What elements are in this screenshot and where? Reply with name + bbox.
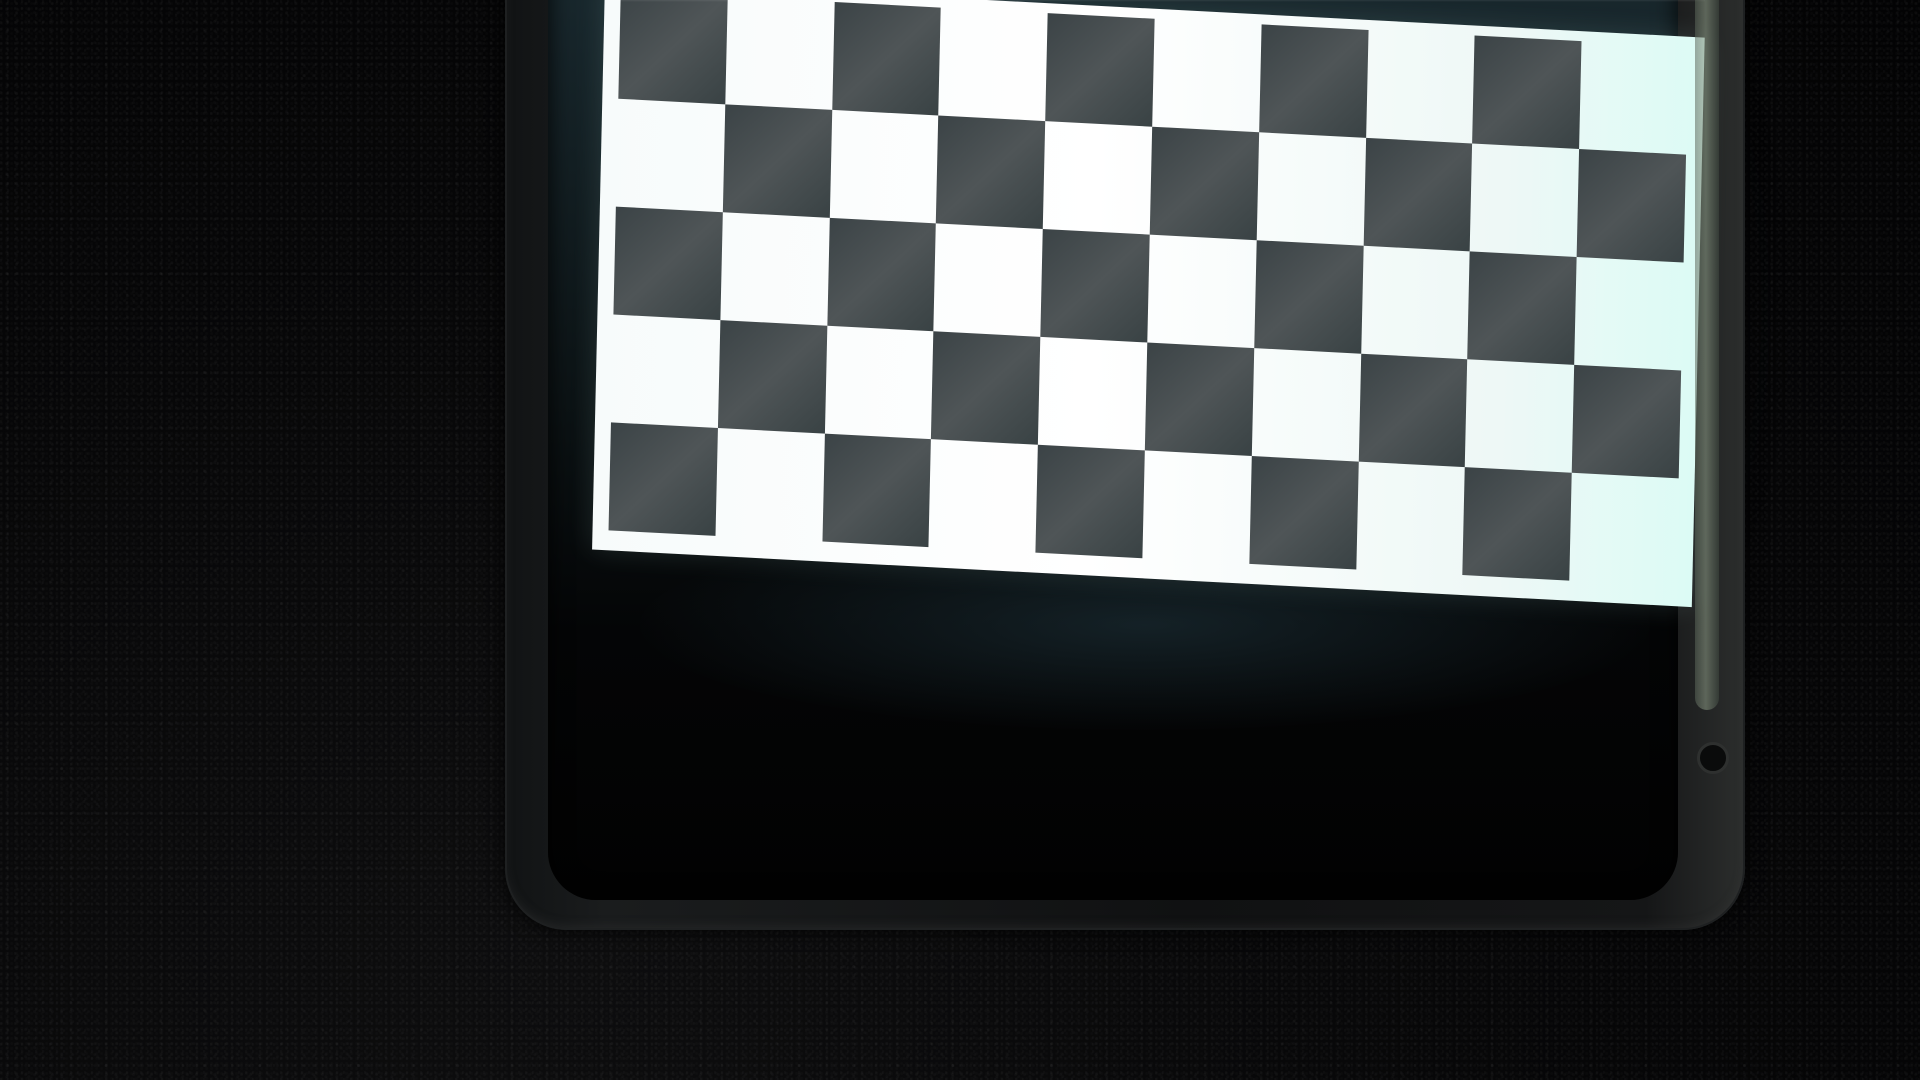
checkerboard-dark-square bbox=[1149, 126, 1259, 241]
checkerboard-pattern bbox=[608, 0, 1689, 586]
checkerboard-light-square bbox=[1465, 359, 1574, 472]
checkerboard-light-square bbox=[1252, 348, 1361, 461]
checkerboard-dark-square bbox=[931, 331, 1041, 445]
checkerboard-dark-square bbox=[1358, 353, 1468, 468]
checkerboard-light-square bbox=[1366, 30, 1475, 143]
checkerboard-light-square bbox=[1147, 235, 1256, 348]
checkerboard-dark-square bbox=[1249, 455, 1359, 570]
checkerboard-light-square bbox=[829, 110, 938, 223]
checkerboard-dark-square bbox=[826, 217, 937, 332]
checkerboard-dark-square bbox=[608, 422, 718, 536]
checkerboard-light-square bbox=[1038, 337, 1147, 450]
checkerboard-light-square bbox=[725, 0, 834, 110]
checkerboard-dark-square bbox=[722, 104, 832, 218]
checkerboard-dark-square bbox=[1571, 364, 1682, 479]
checkerboard-light-square bbox=[1569, 473, 1678, 586]
checkerboard-dark-square bbox=[1462, 467, 1572, 581]
device-side-button bbox=[1697, 742, 1729, 774]
checkerboard-dark-square bbox=[1472, 35, 1582, 150]
checkerboard-light-square bbox=[1356, 462, 1465, 575]
checkerboard-light-square bbox=[1361, 246, 1470, 359]
checkerboard-light-square bbox=[1574, 257, 1683, 370]
checkerboard-light-square bbox=[1152, 19, 1261, 132]
checkerboard-dark-square bbox=[1045, 13, 1155, 127]
checkerboard-dark-square bbox=[1363, 137, 1473, 252]
checkerboard-light-square bbox=[1043, 121, 1152, 234]
checkerboard-dark-square bbox=[1258, 24, 1369, 138]
checkerboard-dark-square bbox=[1144, 342, 1255, 456]
checkerboard-light-square bbox=[611, 315, 720, 428]
checkerboard-light-square bbox=[616, 99, 725, 212]
checkerboard-dark-square bbox=[831, 2, 942, 116]
photo-scene bbox=[0, 0, 1920, 1080]
checkerboard-dark-square bbox=[1254, 240, 1364, 354]
checkerboard-light-square bbox=[929, 439, 1038, 552]
checkerboard-dark-square bbox=[1040, 228, 1150, 343]
checkerboard-dark-square bbox=[618, 0, 728, 105]
checkerboard-dark-square bbox=[1035, 444, 1145, 559]
checkerboard-light-square bbox=[825, 326, 934, 439]
checkerboard-light-square bbox=[934, 223, 1043, 336]
checkerboard-light-square bbox=[720, 212, 829, 325]
checkerboard-light-square bbox=[715, 428, 824, 541]
checkerboard-light-square bbox=[1470, 143, 1579, 256]
checkerboard-dark-square bbox=[1467, 251, 1577, 365]
checkerboard-panel bbox=[592, 0, 1705, 608]
checkerboard-dark-square bbox=[822, 433, 932, 548]
checkerboard-dark-square bbox=[717, 320, 827, 434]
checkerboard-light-square bbox=[939, 8, 1048, 121]
checkerboard-light-square bbox=[1579, 41, 1688, 154]
device-side-strip bbox=[1695, 0, 1719, 710]
checkerboard-light-square bbox=[1142, 450, 1251, 563]
checkerboard-dark-square bbox=[936, 115, 1046, 229]
checkerboard-dark-square bbox=[1576, 149, 1687, 263]
checkerboard-light-square bbox=[1257, 132, 1366, 245]
checkerboard-dark-square bbox=[613, 206, 723, 321]
